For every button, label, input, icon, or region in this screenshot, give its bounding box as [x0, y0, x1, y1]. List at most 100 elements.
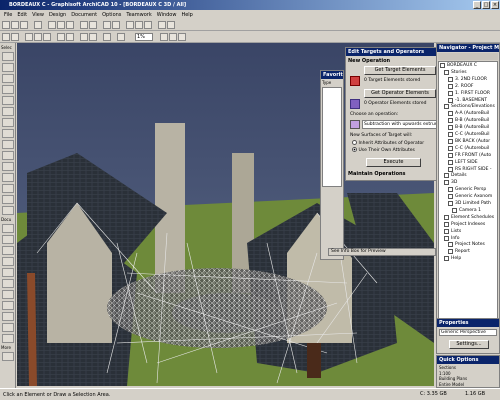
zoom-out-icon[interactable] [112, 21, 120, 29]
redo-icon[interactable] [89, 21, 97, 29]
print-icon[interactable] [34, 21, 42, 29]
save-icon[interactable] [20, 21, 28, 29]
navigator-tabs[interactable] [438, 53, 498, 60]
tree-item[interactable]: 1. FIRST FLOOR [448, 90, 490, 96]
drawing-tool-icon[interactable] [2, 312, 14, 321]
tree-item[interactable]: BORDEAUX C [440, 63, 477, 68]
marquee-icon[interactable] [11, 33, 19, 41]
label-tool-icon[interactable] [2, 257, 14, 266]
polyline-tool-icon[interactable] [2, 301, 14, 310]
mesh-tool-icon[interactable] [2, 173, 14, 182]
level-tool-icon[interactable] [2, 235, 14, 244]
arc-tool-icon[interactable] [2, 290, 14, 299]
own-attributes-option[interactable]: Use Their Own Attributes [352, 147, 415, 153]
menu-design[interactable]: Design [49, 12, 66, 18]
cut-icon[interactable] [48, 21, 56, 29]
tree-item[interactable]: Camera 1 [452, 207, 481, 213]
own-attributes-radio[interactable] [352, 147, 357, 152]
line-icon[interactable] [160, 33, 168, 41]
trim-icon[interactable] [80, 33, 88, 41]
grid-icon[interactable] [158, 21, 166, 29]
tree-item[interactable]: Generic Axonom [448, 194, 492, 200]
elevation-icon[interactable] [144, 21, 152, 29]
favorites-list[interactable] [322, 87, 342, 187]
tree-item[interactable]: RS RIGHT SIDE - [448, 166, 491, 172]
line-tool-icon[interactable] [2, 279, 14, 288]
section-tool-icon[interactable] [2, 323, 14, 332]
tree-item[interactable]: Help [444, 256, 461, 262]
get-targets-button[interactable]: Get Target Elements [364, 66, 436, 75]
rotate-icon[interactable] [34, 33, 42, 41]
arrow-icon[interactable] [2, 33, 10, 41]
mirror-icon[interactable] [43, 33, 51, 41]
tree-item[interactable]: 3D [444, 180, 457, 186]
menu-help[interactable]: Help [181, 12, 192, 18]
object-tool-icon[interactable] [2, 129, 14, 138]
beam-tool-icon[interactable] [2, 96, 14, 105]
marquee-tool-icon[interactable] [2, 63, 14, 72]
quick-option-item[interactable]: Entire Model [439, 382, 497, 388]
column-tool-icon[interactable] [2, 85, 14, 94]
tree-item[interactable]: BK BACK (Autor [448, 138, 490, 144]
minimize-button[interactable]: _ [473, 1, 481, 9]
tree-item[interactable]: LEFT SIDE [448, 159, 478, 165]
wall-tool-icon[interactable] [2, 74, 14, 83]
close-button[interactable]: × [491, 1, 499, 9]
tree-item[interactable]: Generic Persp [448, 187, 486, 193]
drag-icon[interactable] [25, 33, 33, 41]
camera-tool-icon[interactable] [2, 352, 14, 361]
tree-item[interactable]: FR FRONT (Auto [448, 152, 491, 158]
tree-item[interactable]: Project Indexes [444, 221, 485, 227]
tree-item[interactable]: Sections/Elevations [444, 104, 495, 110]
view-name-field[interactable]: Generic Perspective [439, 329, 497, 336]
inherit-attributes-radio[interactable] [352, 140, 357, 145]
menu-options[interactable]: Options [102, 12, 121, 18]
tree-item[interactable]: A-A (AutoreBuil [448, 111, 489, 117]
slab-tool-icon[interactable] [2, 151, 14, 160]
paste-icon[interactable] [66, 21, 74, 29]
get-operators-button[interactable]: Get Operator Elements [364, 89, 436, 98]
new-operation-header[interactable]: New Operation [348, 58, 390, 64]
execute-button[interactable]: Execute [366, 158, 421, 167]
menu-teamwork[interactable]: Teamwork [126, 12, 151, 18]
tree-item[interactable]: C-C (Autorebuil [448, 145, 489, 151]
tree-item[interactable]: B-B (AutoreBuil [448, 118, 489, 124]
zoom-in-icon[interactable] [103, 21, 111, 29]
tree-item[interactable]: 3. 2ND FLOOR [448, 76, 487, 82]
open-file-icon[interactable] [11, 21, 19, 29]
arrow-tool-icon[interactable] [2, 52, 14, 61]
menu-window[interactable]: Window [157, 12, 177, 18]
tree-item[interactable]: Info [444, 235, 460, 241]
operation-select[interactable]: Subtraction with upwards extrusion [362, 120, 438, 129]
menu-file[interactable]: File [4, 12, 12, 18]
door-tool-icon[interactable] [2, 118, 14, 127]
tree-item[interactable]: Stories [444, 69, 467, 75]
zone-tool-icon[interactable] [2, 184, 14, 193]
maximize-button[interactable]: □ [482, 1, 490, 9]
maintain-operations-header[interactable]: Maintain Operations [348, 171, 406, 177]
copy-icon[interactable] [57, 21, 65, 29]
new-file-icon[interactable] [2, 21, 10, 29]
tree-item[interactable]: B-B (AutoreBuil [448, 125, 489, 131]
tree-item[interactable]: Element Schedules [444, 214, 494, 220]
menu-edit[interactable]: Edit [17, 12, 27, 18]
offset-icon[interactable] [66, 33, 74, 41]
elevation-tool-icon[interactable] [2, 334, 14, 343]
roof-tool-icon[interactable] [2, 162, 14, 171]
polyline-icon[interactable] [178, 33, 186, 41]
section-icon[interactable] [135, 21, 143, 29]
settings-button[interactable]: Settings... [449, 340, 489, 349]
fill-tool-icon[interactable] [2, 268, 14, 277]
dimension-tool-icon[interactable] [2, 224, 14, 233]
tree-item[interactable]: 3D Limited Path [448, 201, 491, 206]
snap-icon[interactable] [167, 21, 175, 29]
zoom-field[interactable]: 1% [135, 33, 153, 41]
tree-item[interactable]: Report [448, 249, 470, 255]
split-icon[interactable] [89, 33, 97, 41]
elevate-icon[interactable] [57, 33, 65, 41]
explode-icon[interactable] [103, 33, 111, 41]
view-3d-icon[interactable] [126, 21, 134, 29]
curtain-wall-tool-icon[interactable] [2, 206, 14, 215]
menu-view[interactable]: View [32, 12, 44, 18]
tree-item[interactable]: C-C (AutoreBuil [448, 132, 490, 137]
